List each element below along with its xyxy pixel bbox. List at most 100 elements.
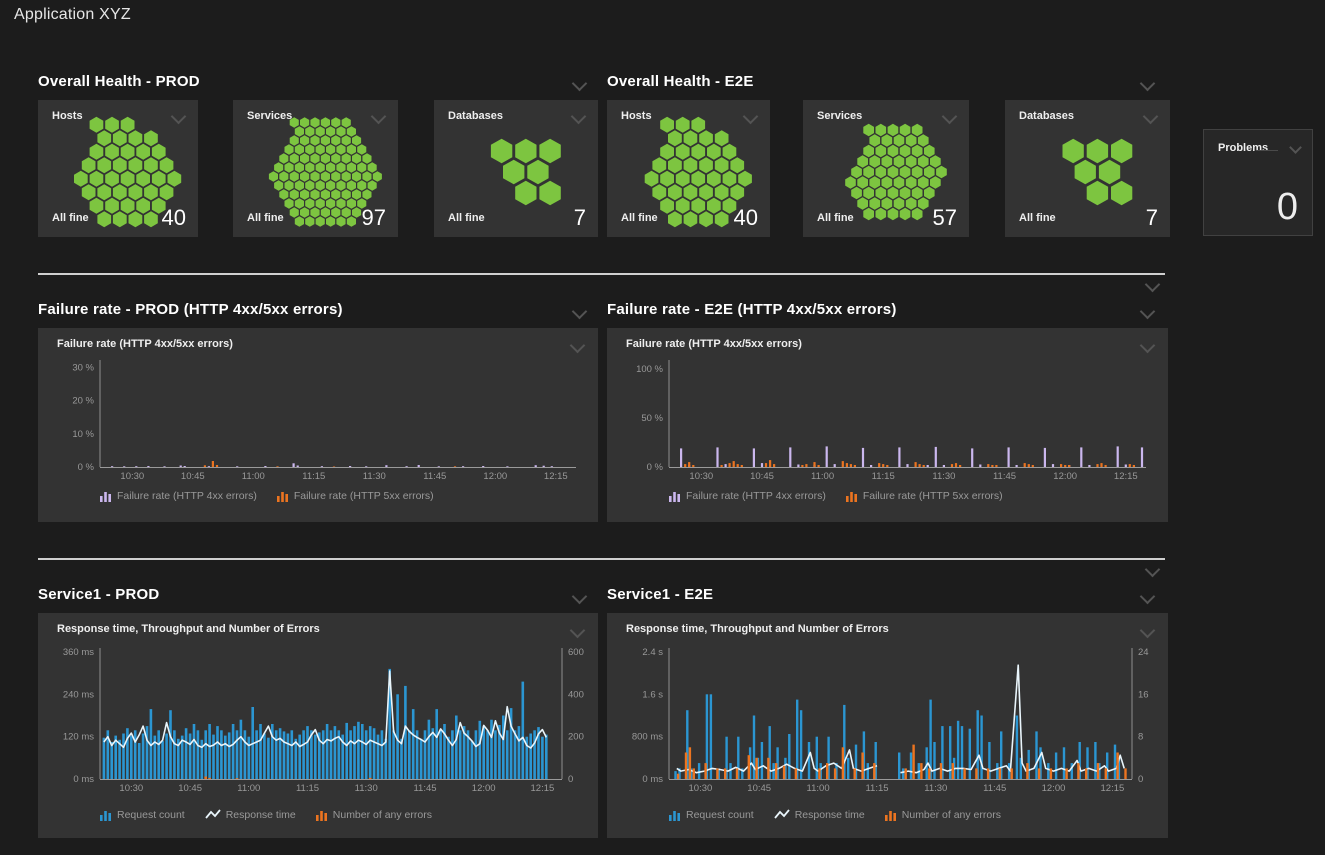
hexagon-entity[interactable] <box>888 208 899 220</box>
hexagon-entity[interactable] <box>160 184 174 200</box>
data-bar[interactable] <box>1117 446 1119 467</box>
hexagon-entity[interactable] <box>906 134 917 146</box>
data-bar[interactable] <box>122 734 125 780</box>
data-bar[interactable] <box>1124 768 1126 779</box>
data-bar[interactable] <box>1016 716 1018 780</box>
data-bar[interactable] <box>1094 742 1096 779</box>
hexagon-entity[interactable] <box>918 155 929 167</box>
data-bar[interactable] <box>940 763 942 779</box>
data-bar[interactable] <box>1116 753 1118 780</box>
data-bar[interactable] <box>721 465 723 467</box>
hexagon-entity[interactable] <box>715 157 729 173</box>
hexagon-entity[interactable] <box>888 166 899 178</box>
data-bar[interactable] <box>906 464 908 467</box>
hexagon-entity[interactable] <box>305 198 314 209</box>
data-bar[interactable] <box>1133 465 1135 467</box>
data-bar[interactable] <box>244 730 247 779</box>
hexagon-entity[interactable] <box>1111 139 1132 164</box>
legend-item[interactable]: Failure rate (HTTP 4xx errors) <box>100 490 257 502</box>
data-bar[interactable] <box>369 726 372 779</box>
health-tile-prod-databases[interactable]: Databases All fine 7 <box>434 100 598 237</box>
data-bar[interactable] <box>854 768 856 779</box>
hexagon-entity[interactable] <box>660 171 674 187</box>
data-bar[interactable] <box>789 447 791 467</box>
data-bar[interactable] <box>541 737 544 779</box>
hexagon-entity[interactable] <box>352 153 361 164</box>
data-bar[interactable] <box>275 730 278 779</box>
data-bar[interactable] <box>240 720 243 779</box>
hexagon-entity[interactable] <box>738 171 752 187</box>
chevron-down-icon[interactable] <box>1289 141 1302 154</box>
hexagon-entity[interactable] <box>668 184 682 200</box>
hexagon-entity[interactable] <box>1099 160 1120 185</box>
hexagon-entity[interactable] <box>906 155 917 167</box>
data-bar[interactable] <box>1063 747 1065 779</box>
hexagon-entity[interactable] <box>888 124 899 136</box>
hexagon-entity[interactable] <box>285 162 294 173</box>
data-bar[interactable] <box>455 716 458 780</box>
hexagon-entity[interactable] <box>129 211 143 227</box>
hexagon-entity[interactable] <box>876 208 887 220</box>
data-bar[interactable] <box>915 462 917 467</box>
hexagon-entity[interactable] <box>290 207 299 218</box>
hexagon-entity[interactable] <box>310 207 319 218</box>
data-bar[interactable] <box>248 737 251 779</box>
data-bar[interactable] <box>482 466 484 467</box>
hexagon-entity[interactable] <box>342 189 351 200</box>
data-bar[interactable] <box>1129 464 1131 467</box>
hexagon-entity[interactable] <box>527 160 548 185</box>
hexagon-entity[interactable] <box>342 135 351 146</box>
hexagon-entity[interactable] <box>305 216 314 227</box>
data-bar[interactable] <box>834 464 836 467</box>
hexagon-entity[interactable] <box>876 166 887 178</box>
hexagon-entity[interactable] <box>918 134 929 146</box>
hexagon-entity[interactable] <box>136 144 150 160</box>
hexagon-entity[interactable] <box>863 187 874 199</box>
hexagon-entity[interactable] <box>684 157 698 173</box>
hexagon-entity[interactable] <box>331 171 340 182</box>
hexagon-entity[interactable] <box>863 124 874 136</box>
data-bar[interactable] <box>905 768 907 779</box>
hexagon-entity[interactable] <box>305 162 314 173</box>
data-bar[interactable] <box>514 730 517 779</box>
data-bar[interactable] <box>957 721 959 779</box>
data-bar[interactable] <box>797 465 799 468</box>
hexagon-entity[interactable] <box>918 176 929 188</box>
hexagon-entity[interactable] <box>924 187 935 199</box>
hexagon-entity[interactable] <box>336 126 345 137</box>
data-bar[interactable] <box>991 465 993 467</box>
data-bar[interactable] <box>1026 763 1028 779</box>
hexagon-entity[interactable] <box>707 171 721 187</box>
data-bar[interactable] <box>110 742 113 779</box>
data-bar[interactable] <box>302 730 305 779</box>
hexagon-entity[interactable] <box>144 157 158 173</box>
data-bar[interactable] <box>365 466 367 467</box>
data-bar[interactable] <box>808 742 810 779</box>
data-bar[interactable] <box>1044 448 1046 467</box>
hexagon-entity[interactable] <box>310 117 319 128</box>
hexagon-entity[interactable] <box>876 145 887 157</box>
data-bar[interactable] <box>1008 447 1010 467</box>
data-bar[interactable] <box>447 737 450 779</box>
data-bar[interactable] <box>220 730 223 779</box>
data-bar[interactable] <box>428 720 431 779</box>
data-bar[interactable] <box>264 466 266 467</box>
hexagon-entity[interactable] <box>707 144 721 160</box>
data-bar[interactable] <box>1011 768 1013 779</box>
hexagon-entity[interactable] <box>321 189 330 200</box>
hexagon-entity[interactable] <box>336 216 345 227</box>
data-bar[interactable] <box>189 734 192 780</box>
chevron-down-icon[interactable] <box>1145 277 1161 293</box>
data-bar[interactable] <box>724 768 726 779</box>
hexagon-entity[interactable] <box>121 144 135 160</box>
data-bar[interactable] <box>995 465 997 467</box>
data-bar[interactable] <box>775 763 777 779</box>
hexagon-entity[interactable] <box>668 211 682 227</box>
hexagon-entity[interactable] <box>160 157 174 173</box>
health-tile-e2e-hosts[interactable]: Hosts All fine 40 <box>607 100 770 237</box>
hexagon-entity[interactable] <box>668 130 682 146</box>
data-bar[interactable] <box>212 735 215 779</box>
data-bar[interactable] <box>204 777 207 780</box>
hexagon-entity[interactable] <box>352 135 361 146</box>
data-bar[interactable] <box>1047 763 1049 779</box>
